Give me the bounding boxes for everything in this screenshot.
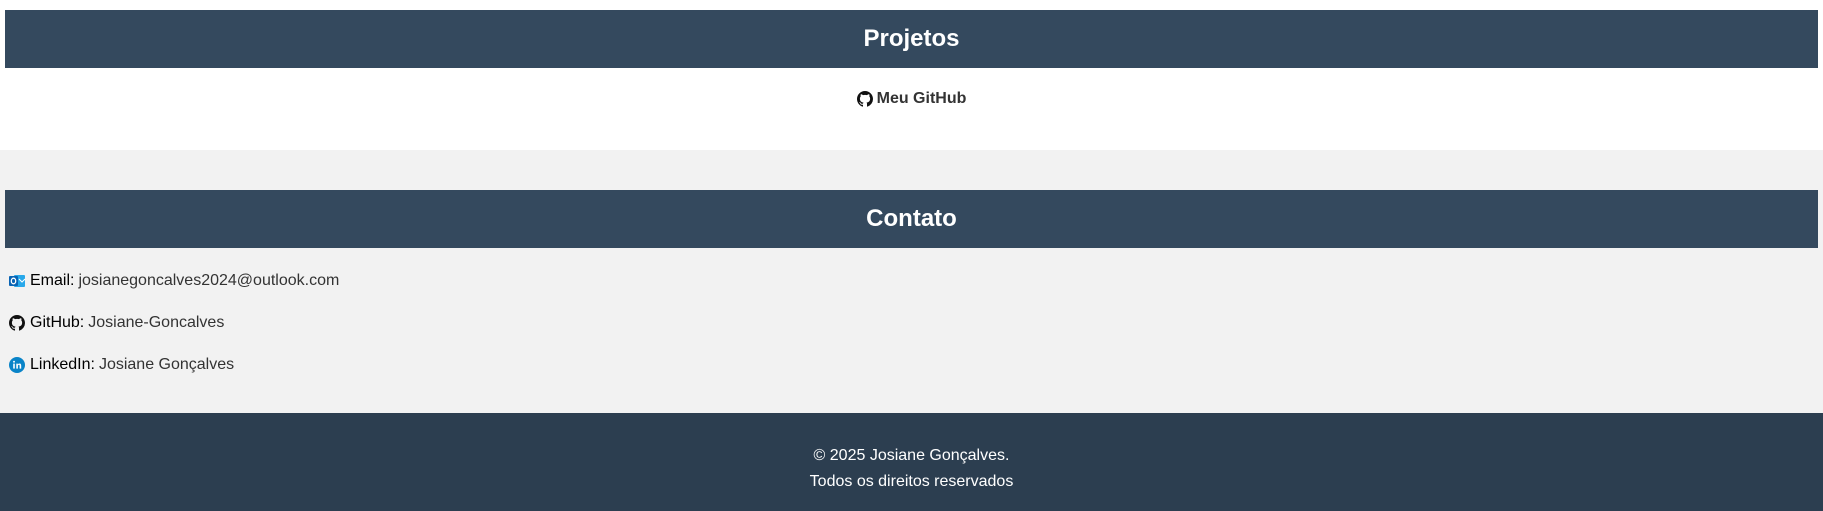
contact-title: Contato bbox=[866, 205, 957, 232]
contact-item-linkedin: LinkedIn: Josiane Gonçalves bbox=[9, 354, 339, 376]
linkedin-label: LinkedIn: bbox=[30, 356, 95, 373]
projects-header: Projetos bbox=[5, 10, 1818, 68]
github-icon bbox=[9, 315, 25, 331]
contact-header: Contato bbox=[5, 190, 1818, 248]
footer: © 2025 Josiane Gonçalves. Todos os direi… bbox=[0, 413, 1823, 511]
github-link[interactable]: Josiane-Goncalves bbox=[88, 314, 224, 332]
github-icon bbox=[856, 91, 873, 107]
projects-title: Projetos bbox=[863, 25, 960, 52]
linkedin-icon bbox=[9, 357, 25, 373]
email-link[interactable]: josianegoncalves2024@outlook.com bbox=[78, 272, 339, 290]
my-github-link[interactable]: Meu GitHub bbox=[0, 90, 1823, 108]
github-label: GitHub: bbox=[30, 314, 85, 331]
contact-item-email: Email: josianegoncalves2024@outlook.com bbox=[9, 270, 339, 292]
footer-rights: Todos os direitos reservados bbox=[809, 473, 1014, 490]
my-github-label: Meu GitHub bbox=[876, 90, 967, 107]
projects-section: Projetos Meu GitHub bbox=[0, 0, 1823, 150]
contact-item-github: GitHub: Josiane-Goncalves bbox=[9, 312, 339, 334]
outlook-icon bbox=[9, 273, 25, 289]
footer-copyright: © 2025 Josiane Gonçalves. bbox=[813, 447, 1010, 464]
contact-list: Email: josianegoncalves2024@outlook.com … bbox=[9, 270, 339, 396]
linkedin-link[interactable]: Josiane Gonçalves bbox=[99, 356, 234, 374]
email-label: Email: bbox=[30, 272, 75, 289]
